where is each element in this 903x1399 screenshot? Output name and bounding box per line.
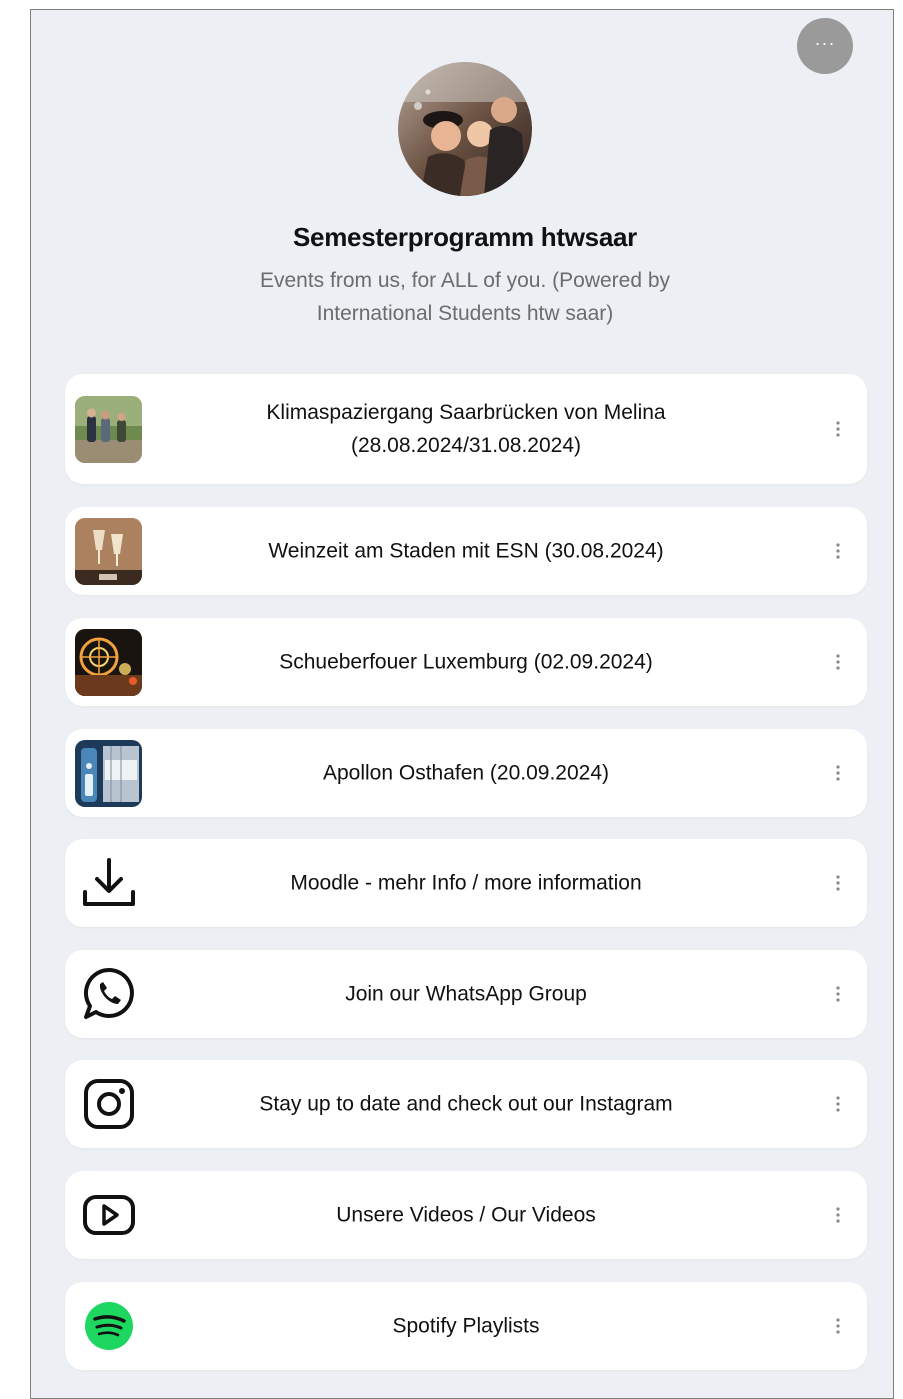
profile-avatar bbox=[398, 62, 532, 196]
link-button-klimaspaziergang[interactable]: Klimaspaziergang Saarbrücken von Melina … bbox=[65, 374, 867, 484]
link-label: Unsere Videos / Our Videos bbox=[336, 1203, 596, 1227]
link-button-weinzeit[interactable]: Weinzeit am Staden mit ESN (30.08.2024) bbox=[65, 507, 867, 595]
kebab-menu-icon[interactable] bbox=[833, 541, 843, 561]
link-label: Moodle - mehr Info / more information bbox=[290, 871, 642, 895]
spotify-icon bbox=[85, 1302, 133, 1350]
link-button-videos[interactable]: Unsere Videos / Our Videos bbox=[65, 1171, 867, 1259]
kebab-menu-icon[interactable] bbox=[833, 873, 843, 893]
link-button-apollon[interactable]: Apollon Osthafen (20.09.2024) bbox=[65, 729, 867, 817]
whatsapp-icon bbox=[84, 967, 134, 1019]
kebab-menu-icon[interactable] bbox=[833, 419, 843, 439]
instagram-icon bbox=[84, 1079, 134, 1129]
link-label: Weinzeit am Staden mit ESN (30.08.2024) bbox=[268, 539, 664, 563]
link-button-schueberfouer[interactable]: Schueberfouer Luxemburg (02.09.2024) bbox=[65, 618, 867, 706]
link-label: Join our WhatsApp Group bbox=[345, 982, 587, 1006]
link-button-instagram[interactable]: Stay up to date and check out our Instag… bbox=[65, 1060, 867, 1148]
kebab-menu-icon[interactable] bbox=[833, 1316, 843, 1336]
hiking-photo-thumbnail bbox=[75, 396, 142, 463]
kebab-menu-icon[interactable] bbox=[833, 652, 843, 672]
link-label: Stay up to date and check out our Instag… bbox=[259, 1092, 673, 1116]
more-options-button[interactable]: ··· bbox=[797, 18, 853, 74]
link-label: Spotify Playlists bbox=[392, 1314, 540, 1338]
link-label: Apollon Osthafen (20.09.2024) bbox=[322, 761, 610, 785]
profile-description: Events from us, for ALL of you. (Powered… bbox=[259, 269, 671, 325]
kebab-menu-icon[interactable] bbox=[833, 763, 843, 783]
kebab-menu-icon[interactable] bbox=[833, 984, 843, 1004]
apollon-photo-thumbnail bbox=[75, 740, 142, 807]
link-label: Klimaspaziergang Saarbrücken von Melina … bbox=[266, 401, 666, 457]
wine-glasses-photo-thumbnail bbox=[75, 518, 142, 585]
link-button-whatsapp[interactable]: Join our WhatsApp Group bbox=[65, 950, 867, 1038]
fair-ferris-wheel-photo-thumbnail bbox=[75, 629, 142, 696]
profile-title: Semesterprogramm htwsaar bbox=[293, 222, 637, 252]
link-button-spotify[interactable]: Spotify Playlists bbox=[65, 1282, 867, 1370]
download-icon bbox=[83, 858, 135, 906]
kebab-menu-icon[interactable] bbox=[833, 1205, 843, 1225]
link-label: Schueberfouer Luxemburg (02.09.2024) bbox=[279, 650, 653, 674]
youtube-icon bbox=[83, 1195, 135, 1235]
link-button-moodle[interactable]: Moodle - mehr Info / more information bbox=[65, 839, 867, 927]
kebab-menu-icon[interactable] bbox=[833, 1094, 843, 1114]
